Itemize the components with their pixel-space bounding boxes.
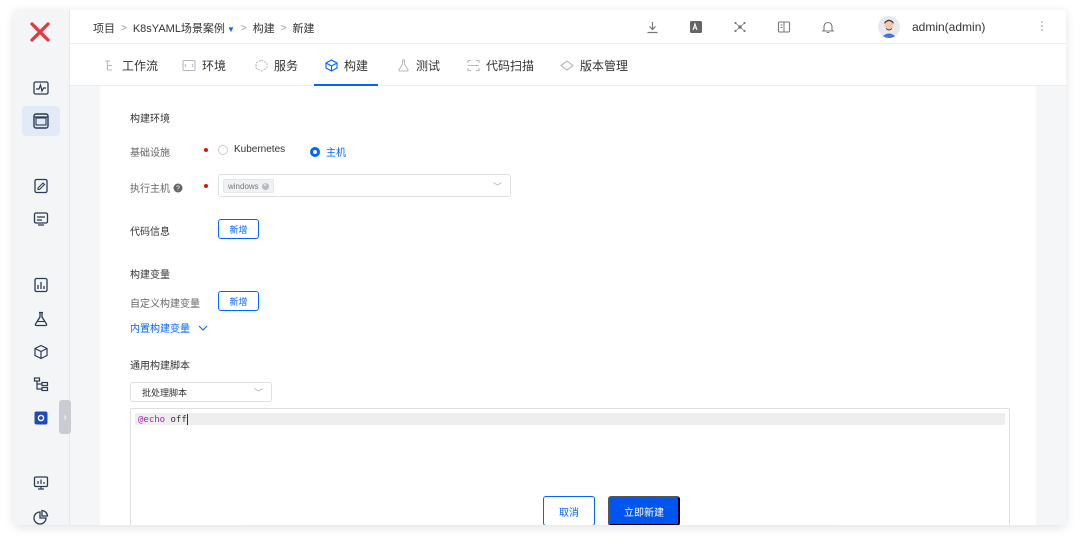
tab-service-label: 服务 [274, 58, 299, 73]
left-rail: › [14, 10, 71, 525]
more-vertical-icon[interactable]: ⋮ [1036, 19, 1048, 33]
breadcrumb: 项目 > K8sYAML场景案例 ▼ > 构建 > 新建 [93, 20, 315, 36]
app-frame: › 项目 > K8sYAML场景案例 ▼ > 构建 > 新建 admin(adm… [14, 10, 1066, 525]
tab-code-scan-label: 代码扫描 [486, 58, 535, 73]
user-name[interactable]: admin(admin) [912, 20, 985, 34]
monitor-pulse-icon[interactable] [30, 77, 52, 99]
section-title-code-info: 代码信息 [130, 227, 170, 238]
script-type-value: 批处理脚本 [142, 387, 188, 398]
bell-icon[interactable] [820, 19, 836, 35]
editor-active-line [135, 413, 1005, 425]
host-tag: windows × [223, 179, 274, 193]
section-title-build-env: 构建环境 [130, 114, 170, 125]
tab-bar: 工作流 环境 服务 构建 测试 代码扫描 版本管理 [70, 44, 1066, 86]
workflow-icon [102, 58, 116, 72]
breadcrumb-separator: > [280, 22, 287, 34]
release-icon[interactable] [30, 208, 52, 230]
environment-icon [182, 58, 196, 72]
breadcrumb-item-project[interactable]: 项目 [93, 20, 115, 36]
logo-icon[interactable] [29, 21, 51, 43]
radio-circle-checked [310, 146, 320, 157]
edit-doc-icon[interactable] [30, 175, 52, 197]
project-icon[interactable] [22, 106, 60, 136]
chevron-down-icon: ﹀ [253, 388, 263, 398]
translate-icon[interactable] [688, 19, 704, 35]
tab-test-label: 测试 [416, 58, 441, 73]
package-icon[interactable] [30, 341, 52, 363]
radio-host[interactable]: 主机 [310, 144, 346, 159]
breadcrumb-item-project-name[interactable]: K8sYAML场景案例 ▼ [133, 20, 235, 36]
create-now-button[interactable]: 立即新建 [608, 496, 680, 525]
chevron-down-icon [198, 325, 208, 331]
tab-service[interactable]: 服务 [252, 44, 300, 86]
tree-icon[interactable] [30, 373, 52, 395]
code-text: off [165, 415, 187, 425]
host-select[interactable]: windows × ﹀ [218, 174, 511, 197]
build-form: 构建环境 基础设施 Kubernetes 主机 执行主机 ? windows ×… [100, 86, 1036, 525]
tab-environment-label: 环境 [202, 58, 227, 73]
breadcrumb-item-new: 新建 [292, 23, 315, 35]
host-label: 执行主机 ? [130, 180, 183, 195]
tab-code-scan[interactable]: 代码扫描 [464, 44, 536, 86]
breadcrumb-separator: > [121, 22, 127, 34]
tab-environment[interactable]: 环境 [180, 44, 228, 86]
pie-chart-icon[interactable] [30, 506, 52, 525]
dashboard-icon[interactable] [30, 472, 52, 494]
radio-kubernetes-label: Kubernetes [234, 144, 286, 155]
tab-build[interactable]: 构建 [313, 44, 379, 86]
add-custom-var-button[interactable]: 新增 [218, 291, 259, 311]
plugins-icon[interactable] [732, 19, 748, 35]
required-marker [204, 148, 208, 152]
top-bar: 项目 > K8sYAML场景案例 ▼ > 构建 > 新建 admin(admin)… [70, 10, 1066, 44]
required-marker [204, 184, 208, 188]
tab-test[interactable]: 测试 [394, 44, 442, 86]
text-cursor [186, 414, 188, 425]
breadcrumb-item-build[interactable]: 构建 [253, 20, 275, 36]
section-title-script: 通用构建脚本 [130, 361, 190, 372]
builtin-vars-label: 内置构建变量 [130, 324, 190, 335]
tab-workflow-label: 工作流 [122, 58, 159, 73]
settings-icon[interactable] [30, 407, 52, 429]
tag-remove-icon[interactable]: × [261, 182, 269, 190]
radio-kubernetes[interactable]: Kubernetes [218, 144, 285, 155]
host-tag-label: windows [228, 181, 259, 191]
flask-icon[interactable] [30, 308, 52, 330]
tab-version[interactable]: 版本管理 [558, 44, 630, 86]
builtin-vars-toggle[interactable]: 内置构建变量 [130, 320, 208, 335]
host-label-text: 执行主机 [130, 184, 170, 195]
version-icon [560, 58, 574, 72]
tab-version-label: 版本管理 [580, 58, 629, 73]
radio-host-label: 主机 [326, 148, 346, 159]
caret-down-icon: ▼ [226, 25, 235, 34]
service-icon [254, 58, 268, 72]
sidebar-collapse-handle[interactable]: › [59, 400, 71, 434]
section-title-build-vars: 构建变量 [130, 270, 170, 281]
svg-text:?: ? [176, 185, 180, 192]
tab-build-label: 构建 [344, 58, 369, 73]
custom-vars-label: 自定义构建变量 [130, 299, 200, 310]
chevron-down-icon: ﹀ [492, 182, 502, 192]
avatar[interactable] [878, 16, 900, 38]
breadcrumb-project-label: K8sYAML场景案例 [132, 23, 225, 35]
test-icon [396, 58, 410, 72]
tab-workflow[interactable]: 工作流 [100, 44, 160, 86]
radio-circle [218, 144, 228, 155]
scan-icon [466, 58, 480, 72]
editor-code-line: @echo off [138, 414, 188, 425]
help-icon[interactable]: ? [173, 183, 183, 193]
cancel-button[interactable]: 取消 [543, 496, 595, 525]
download-icon[interactable] [644, 19, 660, 35]
script-type-select[interactable]: 批处理脚本 ﹀ [130, 382, 272, 402]
code-keyword: @echo [138, 415, 166, 425]
build-icon [324, 58, 338, 72]
docs-book-icon[interactable] [776, 19, 792, 35]
add-code-info-button[interactable]: 新增 [218, 219, 259, 239]
breadcrumb-separator: > [240, 22, 247, 34]
report-icon[interactable] [30, 274, 52, 296]
infra-label: 基础设施 [130, 148, 170, 159]
